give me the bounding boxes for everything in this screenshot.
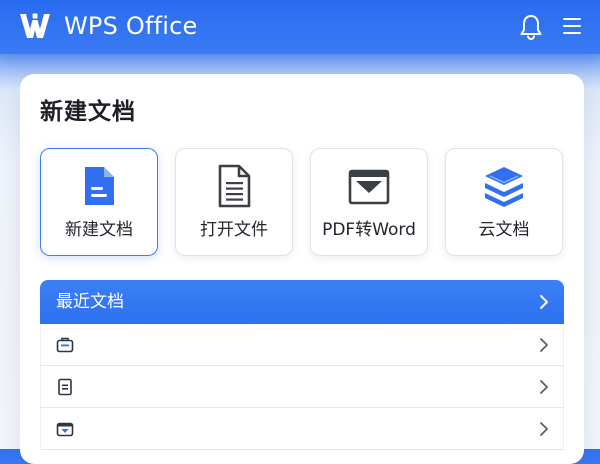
top-bar: WPS Office bbox=[0, 0, 600, 54]
hamburger-menu-icon[interactable] bbox=[562, 15, 582, 37]
new-document-icon bbox=[85, 167, 114, 205]
tile-cloud-docs[interactable]: 云文档 bbox=[445, 148, 563, 256]
cloud-docs-icon bbox=[485, 167, 523, 207]
pdf-to-word-icon bbox=[348, 169, 390, 205]
tile-open-file[interactable]: 打开文件 bbox=[175, 148, 293, 256]
tile-label: PDF转Word bbox=[322, 220, 416, 240]
recent-item[interactable] bbox=[40, 324, 564, 366]
tile-label: 新建文档 bbox=[65, 220, 133, 240]
tile-label: 打开文件 bbox=[200, 220, 268, 240]
tile-pdf-to-word[interactable]: PDF转Word bbox=[310, 148, 428, 256]
recent-documents-title: 最近文档 bbox=[56, 292, 124, 312]
tile-new-document[interactable]: 新建文档 bbox=[40, 148, 158, 256]
bell-icon[interactable] bbox=[518, 13, 544, 41]
briefcase-doc-icon bbox=[56, 337, 74, 353]
tile-label: 云文档 bbox=[478, 220, 530, 240]
app-title: WPS Office bbox=[64, 12, 198, 40]
section-title-new-document: 新建文档 bbox=[40, 99, 136, 125]
chevron-right-icon bbox=[540, 422, 548, 436]
wps-logo-icon[interactable] bbox=[18, 10, 52, 42]
text-doc-icon bbox=[58, 378, 72, 396]
open-file-icon bbox=[218, 164, 251, 208]
recent-item[interactable] bbox=[40, 366, 564, 408]
recent-documents-header[interactable]: 最近文档 bbox=[40, 280, 564, 324]
recent-item[interactable] bbox=[40, 408, 564, 450]
chevron-right-icon bbox=[540, 380, 548, 394]
chevron-right-icon bbox=[540, 295, 548, 309]
shared-doc-icon bbox=[56, 422, 74, 437]
chevron-right-icon bbox=[540, 338, 548, 352]
